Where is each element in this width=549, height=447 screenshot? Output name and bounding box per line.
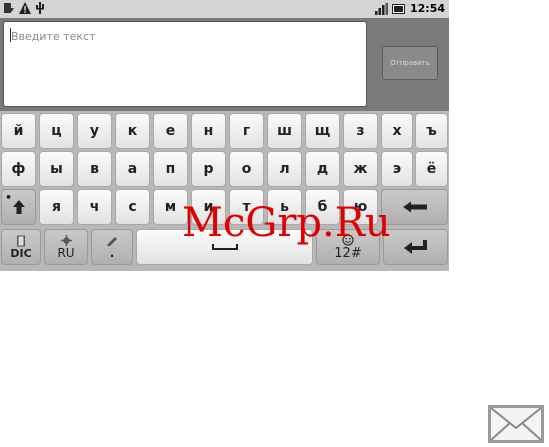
enter-icon: [403, 240, 427, 254]
message-composer: Введите текст Отправить: [0, 18, 449, 111]
key-letter[interactable]: ж: [343, 151, 378, 187]
send-button[interactable]: Отправить: [382, 46, 438, 80]
key-letter[interactable]: щ: [305, 113, 340, 149]
key-letter[interactable]: г: [229, 113, 264, 149]
download-icon: [4, 3, 14, 13]
key-letter[interactable]: й: [1, 113, 36, 149]
key-letter[interactable]: я: [39, 189, 74, 225]
key-letter[interactable]: ы: [39, 151, 74, 187]
key-letter[interactable]: ё: [415, 151, 448, 187]
status-time: 12:54: [409, 2, 445, 15]
usb-icon: [36, 2, 44, 14]
onscreen-keyboard: й ц у к е н г ш щ з х ъ ф ы в а п р о л …: [0, 111, 449, 271]
period-label: .: [109, 246, 115, 260]
key-letter[interactable]: а: [115, 151, 150, 187]
signal-icon: [374, 2, 388, 15]
key-letter[interactable]: о: [229, 151, 264, 187]
key-letter[interactable]: у: [77, 113, 112, 149]
key-letter[interactable]: п: [153, 151, 188, 187]
key-letter[interactable]: е: [153, 113, 188, 149]
key-letter[interactable]: з: [343, 113, 378, 149]
key-letter[interactable]: ш: [267, 113, 302, 149]
shift-arrow-icon: [12, 200, 25, 214]
envelope-icon: [488, 405, 544, 443]
dic-label: DIC: [10, 246, 32, 260]
gear-icon: [60, 234, 72, 246]
key-letter[interactable]: э: [381, 151, 413, 187]
shift-key[interactable]: •: [1, 189, 36, 225]
key-letter[interactable]: ч: [77, 189, 112, 225]
key-letter[interactable]: х: [381, 113, 413, 149]
message-placeholder: Введите текст: [11, 30, 96, 43]
key-letter[interactable]: л: [267, 151, 302, 187]
message-input[interactable]: Введите текст: [3, 21, 367, 107]
key-letter[interactable]: в: [77, 151, 112, 187]
watermark: McGrp.Ru: [182, 200, 391, 246]
enter-key[interactable]: [383, 229, 448, 265]
lang-label: RU: [57, 245, 75, 260]
key-letter[interactable]: д: [305, 151, 340, 187]
key-letter[interactable]: р: [191, 151, 226, 187]
backspace-key[interactable]: [381, 189, 448, 225]
key-letter[interactable]: ъ: [415, 113, 448, 149]
status-bar: 12:54: [0, 0, 449, 18]
backspace-icon: [402, 201, 427, 213]
book-icon: [17, 235, 25, 246]
warning-icon: [19, 2, 31, 14]
key-letter[interactable]: ф: [1, 151, 36, 187]
key-letter[interactable]: н: [191, 113, 226, 149]
language-key[interactable]: RU: [44, 229, 88, 265]
dictionary-key[interactable]: DIC: [1, 229, 41, 265]
handwriting-key[interactable]: .: [91, 229, 133, 265]
key-letter[interactable]: ц: [39, 113, 74, 149]
numbers-label: 12#: [334, 245, 362, 261]
battery-icon: [391, 3, 405, 14]
key-letter[interactable]: к: [115, 113, 150, 149]
key-letter[interactable]: с: [115, 189, 150, 225]
pen-icon: [107, 237, 117, 246]
